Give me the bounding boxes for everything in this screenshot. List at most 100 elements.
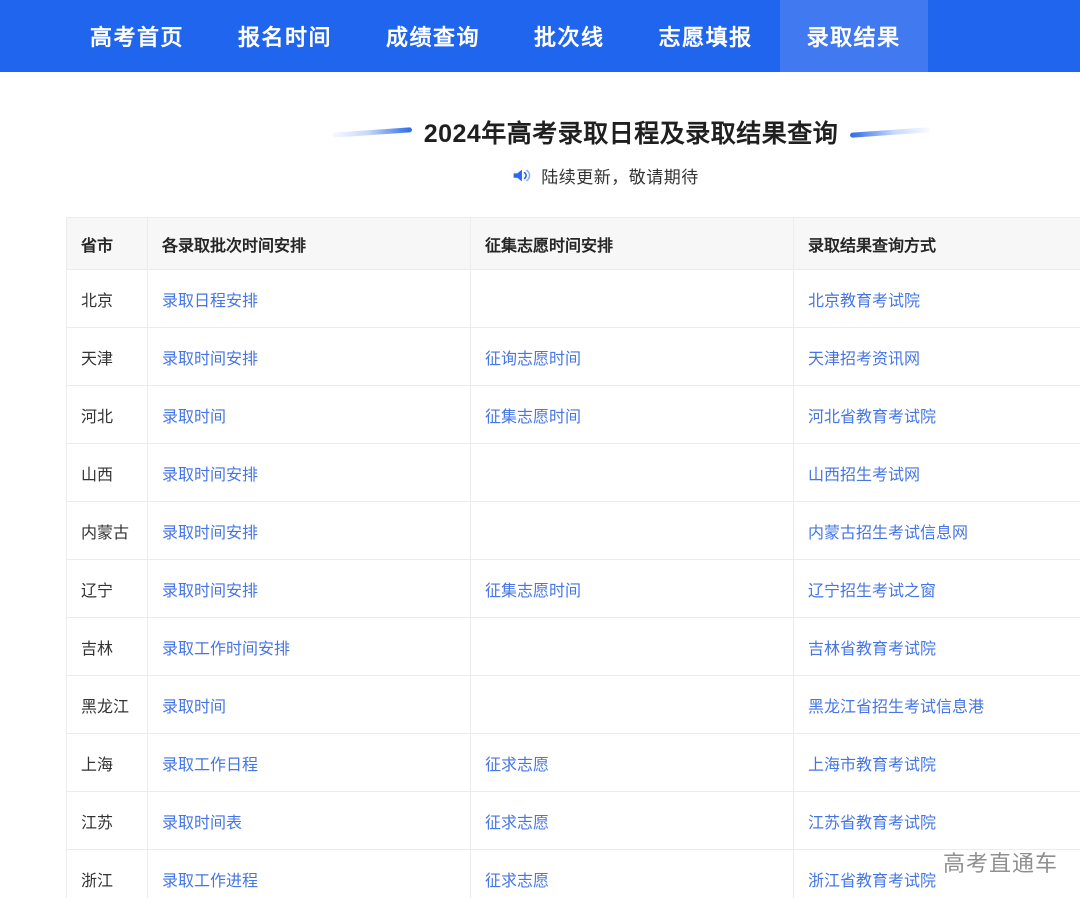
province-cell: 山西	[67, 444, 148, 501]
nav-tab-application[interactable]: 志愿填报	[632, 0, 780, 72]
query-link[interactable]: 上海市教育考试院	[808, 751, 936, 775]
province-cell: 北京	[67, 270, 148, 327]
table-header-row: 省市 各录取批次时间安排 征集志愿时间安排 录取结果查询方式	[67, 218, 1080, 270]
province-cell: 内蒙古	[67, 502, 148, 559]
page-title: 2024年高考录取日程及录取结果查询	[424, 114, 839, 150]
query-link-cell: 吉林省教育考试院	[794, 618, 1080, 675]
nav-tab-scores[interactable]: 成绩查询	[359, 0, 507, 72]
table-body: 北京录取日程安排北京教育考试院天津录取时间安排征询志愿时间天津招考资讯网河北录取…	[67, 270, 1080, 898]
collection-link-cell: 征集志愿时间	[471, 560, 794, 617]
notice-text: 陆续更新，敬请期待	[541, 163, 699, 188]
collection-link-cell: 征询志愿时间	[471, 328, 794, 385]
table-row: 江苏录取时间表 征求志愿 江苏省教育考试院	[67, 792, 1080, 850]
top-navigation: 高考首页 报名时间 成绩查询 批次线 志愿填报 录取结果	[0, 0, 1080, 72]
province-cell: 黑龙江	[67, 676, 148, 733]
schedule-link-cell: 录取工作日程	[148, 734, 471, 791]
table-row: 天津录取时间安排 征询志愿时间 天津招考资讯网	[67, 328, 1080, 386]
query-link-cell: 河北省教育考试院	[794, 386, 1080, 443]
schedule-link-cell: 录取时间安排	[148, 560, 471, 617]
title-decoration-left	[332, 127, 412, 138]
province-cell: 吉林	[67, 618, 148, 675]
schedule-link[interactable]: 录取时间表	[162, 809, 242, 833]
schedule-link-cell: 录取工作时间安排	[148, 618, 471, 675]
query-link[interactable]: 山西招生考试网	[808, 461, 920, 485]
nav-tab-registration[interactable]: 报名时间	[211, 0, 359, 72]
schedule-link[interactable]: 录取工作日程	[162, 751, 258, 775]
query-link-cell: 黑龙江省招生考试信息港	[794, 676, 1080, 733]
header-province: 省市	[67, 218, 148, 269]
schedule-link[interactable]: 录取工作时间安排	[162, 635, 290, 659]
table-row: 上海录取工作日程 征求志愿 上海市教育考试院	[67, 734, 1080, 792]
collection-link-cell: 征求志愿	[471, 734, 794, 791]
table-row: 吉林录取工作时间安排 吉林省教育考试院	[67, 618, 1080, 676]
schedule-link[interactable]: 录取时间安排	[162, 345, 258, 369]
query-link-cell: 内蒙古招生考试信息网	[794, 502, 1080, 559]
query-link[interactable]: 浙江省教育考试院	[808, 867, 936, 891]
collection-link[interactable]: 征求志愿	[485, 751, 549, 775]
collection-link-cell: 征集志愿时间	[471, 386, 794, 443]
schedule-link-cell: 录取时间安排	[148, 502, 471, 559]
nav-tab-admission-results[interactable]: 录取结果	[780, 0, 928, 72]
schedule-link-cell: 录取工作进程	[148, 850, 471, 898]
collection-link	[471, 502, 794, 559]
query-link[interactable]: 北京教育考试院	[808, 287, 920, 311]
nav-tab-home[interactable]: 高考首页	[63, 0, 211, 72]
table-row: 内蒙古录取时间安排 内蒙古招生考试信息网	[67, 502, 1080, 560]
query-link[interactable]: 河北省教育考试院	[808, 403, 936, 427]
speaker-icon	[511, 165, 532, 186]
province-cell: 天津	[67, 328, 148, 385]
schedule-link-cell: 录取时间	[148, 386, 471, 443]
query-link-cell: 江苏省教育考试院	[794, 792, 1080, 849]
query-link[interactable]: 内蒙古招生考试信息网	[808, 519, 968, 543]
collection-link-cell: 征求志愿	[471, 850, 794, 898]
query-link-cell: 上海市教育考试院	[794, 734, 1080, 791]
schedule-link[interactable]: 录取时间	[162, 403, 226, 427]
schedule-link-cell: 录取时间安排	[148, 328, 471, 385]
header-query: 录取结果查询方式	[794, 218, 1080, 269]
table-row: 山西录取时间安排 山西招生考试网	[67, 444, 1080, 502]
collection-link[interactable]: 征求志愿	[485, 809, 549, 833]
schedule-link[interactable]: 录取时间	[162, 693, 226, 717]
query-link[interactable]: 天津招考资讯网	[808, 345, 920, 369]
query-link[interactable]: 黑龙江省招生考试信息港	[808, 693, 984, 717]
collection-link	[471, 270, 794, 327]
query-link-cell: 辽宁招生考试之窗	[794, 560, 1080, 617]
query-link-cell: 北京教育考试院	[794, 270, 1080, 327]
schedule-link-cell: 录取时间安排	[148, 444, 471, 501]
query-link[interactable]: 江苏省教育考试院	[808, 809, 936, 833]
query-link-cell: 浙江省教育考试院	[794, 850, 1080, 898]
query-link[interactable]: 吉林省教育考试院	[808, 635, 936, 659]
table-row: 辽宁录取时间安排 征集志愿时间 辽宁招生考试之窗	[67, 560, 1080, 618]
nav-tab-cutoff-lines[interactable]: 批次线	[507, 0, 632, 72]
schedule-link-cell: 录取时间	[148, 676, 471, 733]
table-row: 河北录取时间征集志愿时间河北省教育考试院	[67, 386, 1080, 444]
notice-row: 陆续更新，敬请期待	[40, 163, 1080, 188]
header-schedule: 各录取批次时间安排	[148, 218, 471, 269]
query-link-cell: 天津招考资讯网	[794, 328, 1080, 385]
collection-link[interactable]: 征集志愿时间	[485, 403, 581, 427]
schedule-link[interactable]: 录取日程安排	[162, 287, 258, 311]
collection-link[interactable]: 征集志愿时间	[485, 577, 581, 601]
page-title-row: 2024年高考录取日程及录取结果查询	[66, 114, 1080, 150]
schedule-link[interactable]: 录取工作进程	[162, 867, 258, 891]
content-area: 2024年高考录取日程及录取结果查询 陆续更新，敬请期待 省市 各录取批次时间安…	[66, 114, 1080, 898]
table-row: 黑龙江录取时间 黑龙江省招生考试信息港	[67, 676, 1080, 734]
schedule-link[interactable]: 录取时间安排	[162, 577, 258, 601]
collection-link[interactable]: 征询志愿时间	[485, 345, 581, 369]
schedule-link[interactable]: 录取时间安排	[162, 519, 258, 543]
collection-link-cell: 征求志愿	[471, 792, 794, 849]
title-decoration-right	[850, 127, 930, 138]
collection-link	[471, 618, 794, 675]
table-row: 浙江录取工作进程 征求志愿 浙江省教育考试院	[67, 850, 1080, 898]
query-link-cell: 山西招生考试网	[794, 444, 1080, 501]
collection-link[interactable]: 征求志愿	[485, 867, 549, 891]
query-link[interactable]: 辽宁招生考试之窗	[808, 577, 936, 601]
province-cell: 辽宁	[67, 560, 148, 617]
schedule-link-cell: 录取日程安排	[148, 270, 471, 327]
province-cell: 浙江	[67, 850, 148, 898]
schedule-link[interactable]: 录取时间安排	[162, 461, 258, 485]
province-cell: 上海	[67, 734, 148, 791]
admission-table: 省市 各录取批次时间安排 征集志愿时间安排 录取结果查询方式 北京录取日程安排北…	[66, 217, 1080, 898]
province-cell: 江苏	[67, 792, 148, 849]
table-row: 北京录取日程安排 北京教育考试院	[67, 270, 1080, 328]
